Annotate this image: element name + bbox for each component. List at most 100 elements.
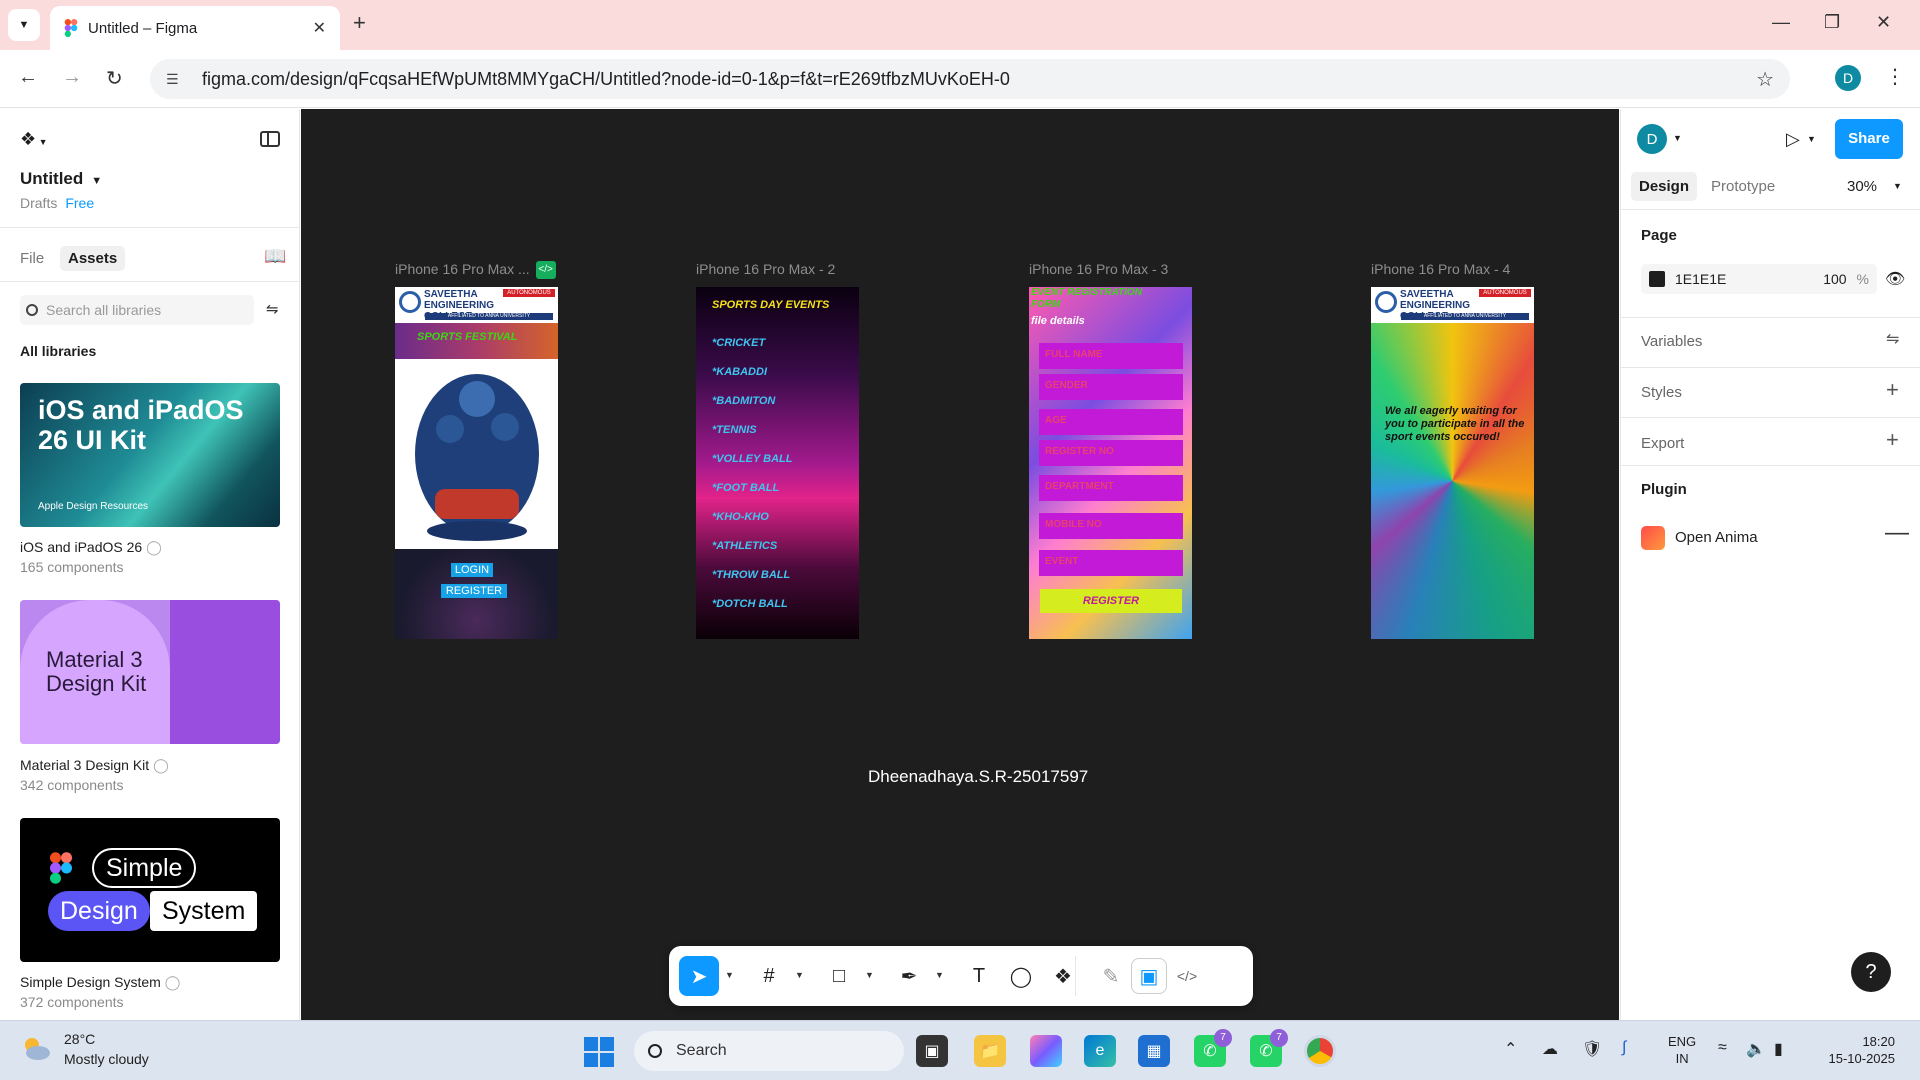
plan-badge[interactable]: Free: [65, 195, 94, 211]
present-play-icon[interactable]: ▷: [1786, 129, 1800, 150]
onedrive-cloud-icon[interactable]: ☁: [1542, 1039, 1558, 1059]
whatsapp-icon[interactable]: ✆ 7: [1194, 1029, 1232, 1067]
reload-icon[interactable]: ↻: [106, 66, 123, 91]
tab-search-button[interactable]: ▼: [8, 9, 40, 41]
code-icon[interactable]: </>: [535, 261, 556, 280]
variables-settings-icon[interactable]: ⇋: [1886, 329, 1899, 349]
shape-tool-button[interactable]: □: [819, 956, 859, 996]
frame-label[interactable]: iPhone 16 Pro Max ... </>: [395, 261, 556, 280]
remove-plugin-icon[interactable]: —: [1885, 519, 1909, 547]
microsoft-store-icon[interactable]: ▦: [1138, 1035, 1170, 1067]
back-icon[interactable]: ←: [18, 66, 38, 89]
plugin-name[interactable]: Open Anima: [1675, 529, 1758, 546]
battery-icon[interactable]: ▮: [1774, 1039, 1783, 1059]
tab-file[interactable]: File: [12, 246, 52, 271]
chevron-down-icon[interactable]: ▼: [1673, 133, 1682, 143]
library-search-input[interactable]: Search all libraries: [20, 295, 254, 325]
frame-1[interactable]: SAVEETHA ENGINEERING COLLEGE AUTONOMOUS …: [395, 287, 558, 639]
restore-icon[interactable]: ❐: [1824, 12, 1840, 33]
login-button[interactable]: LOGIN: [451, 563, 493, 577]
draw-mode-button[interactable]: ✎: [1093, 958, 1129, 994]
chrome-icon[interactable]: [1304, 1035, 1336, 1067]
frame-label[interactable]: iPhone 16 Pro Max - 2: [696, 261, 835, 277]
frame-label[interactable]: iPhone 16 Pro Max - 4: [1371, 261, 1510, 277]
chevron-up-icon[interactable]: ⌃: [1504, 1039, 1517, 1059]
frame-2[interactable]: SPORTS DAY EVENTS *CRICKET *KABADDI *BAD…: [696, 287, 859, 639]
whatsapp-icon[interactable]: ✆ 7: [1250, 1029, 1288, 1067]
chevron-down-icon[interactable]: ▼: [795, 970, 804, 980]
register-button[interactable]: REGISTER: [1040, 589, 1182, 613]
add-export-icon[interactable]: +: [1886, 427, 1899, 453]
close-window-icon[interactable]: ✕: [1876, 12, 1891, 33]
form-field[interactable]: MOBILE NO: [1039, 513, 1183, 539]
tab-assets[interactable]: Assets: [60, 246, 126, 271]
windows-start-icon[interactable]: [584, 1037, 614, 1067]
form-field[interactable]: REGISTER NO: [1039, 440, 1183, 466]
library-card-simple[interactable]: Simple Design System: [20, 818, 280, 962]
page-color-field[interactable]: 1E1E1E 100 %: [1641, 264, 1877, 294]
task-view-icon[interactable]: ▣: [916, 1035, 948, 1067]
clock[interactable]: 18:20 15-10-2025: [1815, 1033, 1896, 1067]
export-section[interactable]: Export: [1641, 435, 1684, 452]
form-field[interactable]: AGE: [1039, 409, 1183, 435]
chevron-down-icon[interactable]: ▼: [1893, 181, 1902, 191]
variables-section[interactable]: Variables: [1641, 333, 1702, 350]
design-mode-button[interactable]: ▣: [1131, 958, 1167, 994]
sidebar-toggle-icon[interactable]: [260, 131, 280, 147]
more-menu-icon[interactable]: ⋮: [1885, 64, 1905, 89]
help-button[interactable]: ?: [1851, 952, 1891, 992]
tab-prototype[interactable]: Prototype: [1703, 172, 1783, 201]
wifi-icon[interactable]: ≈: [1718, 1039, 1727, 1057]
register-button[interactable]: REGISTER: [441, 584, 507, 598]
frame-tool-button[interactable]: #: [749, 956, 789, 996]
chevron-down-icon[interactable]: ▼: [935, 970, 944, 980]
pen-tool-button[interactable]: ✒: [889, 956, 929, 996]
edge-browser-icon[interactable]: e: [1084, 1035, 1116, 1067]
browser-tab[interactable]: Untitled – Figma ✕: [50, 6, 340, 50]
library-card-ios[interactable]: iOS and iPadOS 26 UI Kit Apple Design Re…: [20, 383, 280, 527]
taskbar-search[interactable]: Search: [634, 1031, 904, 1071]
form-field[interactable]: FULL NAME: [1039, 343, 1183, 369]
add-style-icon[interactable]: +: [1886, 377, 1899, 403]
profile-avatar[interactable]: D: [1835, 65, 1861, 91]
url-field[interactable]: ☰ figma.com/design/qFcqsaHEfWpUMt8MMYgaC…: [150, 59, 1790, 99]
filter-icon[interactable]: ⇋: [266, 300, 279, 318]
canvas-text[interactable]: Dheenadhaya.S.R-25017597: [868, 767, 1088, 787]
file-explorer-icon[interactable]: 📁: [974, 1035, 1006, 1067]
form-field[interactable]: EVENT: [1039, 550, 1183, 576]
text-tool-button[interactable]: T: [959, 956, 999, 996]
file-title[interactable]: Untitled ▼: [20, 169, 102, 189]
tab-design[interactable]: Design: [1631, 172, 1698, 201]
language-indicator[interactable]: ENG IN: [1668, 1033, 1696, 1067]
zoom-level[interactable]: 30%: [1847, 178, 1877, 195]
figma-menu-icon[interactable]: ❖ ▼: [20, 129, 48, 150]
security-shield-icon[interactable]: 🛡: [1582, 1039, 1602, 1059]
dev-mode-button[interactable]: </>: [1169, 958, 1205, 994]
actions-button[interactable]: ❖: [1043, 956, 1083, 996]
library-book-icon[interactable]: 📖: [264, 246, 286, 267]
bookmark-star-icon[interactable]: ☆: [1756, 67, 1774, 92]
weather-temperature[interactable]: 28°C: [64, 1031, 95, 1047]
chevron-down-icon[interactable]: ▼: [725, 970, 734, 980]
weather-condition[interactable]: Mostly cloudy: [64, 1051, 149, 1067]
frame-4[interactable]: SAVEETHA ENGINEERING COLLEGE AUTONOMOUS …: [1371, 287, 1534, 639]
new-tab-button[interactable]: +: [353, 10, 366, 36]
library-card-material[interactable]: Material 3 Design Kit: [20, 600, 280, 744]
chevron-down-icon[interactable]: ▼: [865, 970, 874, 980]
frame-label[interactable]: iPhone 16 Pro Max - 3: [1029, 261, 1168, 277]
bluetooth-icon[interactable]: ∫: [1622, 1039, 1626, 1057]
share-button[interactable]: Share: [1835, 119, 1903, 159]
eye-icon[interactable]: 👁: [1885, 269, 1905, 289]
form-field[interactable]: DEPARTMENT: [1039, 475, 1183, 501]
copilot-icon[interactable]: [1030, 1035, 1062, 1067]
form-field[interactable]: GENDER: [1039, 374, 1183, 400]
canvas[interactable]: iPhone 16 Pro Max ... </> SAVEETHA ENGINE…: [301, 109, 1619, 1020]
minimize-icon[interactable]: —: [1772, 12, 1790, 33]
user-avatar[interactable]: D: [1637, 124, 1667, 154]
site-info-icon[interactable]: ☰: [166, 71, 186, 88]
comment-tool-button[interactable]: ◯: [1001, 956, 1041, 996]
styles-section[interactable]: Styles: [1641, 384, 1682, 401]
volume-icon[interactable]: 🔈: [1746, 1039, 1766, 1059]
close-tab-icon[interactable]: ✕: [313, 18, 326, 38]
color-swatch[interactable]: [1649, 271, 1665, 287]
